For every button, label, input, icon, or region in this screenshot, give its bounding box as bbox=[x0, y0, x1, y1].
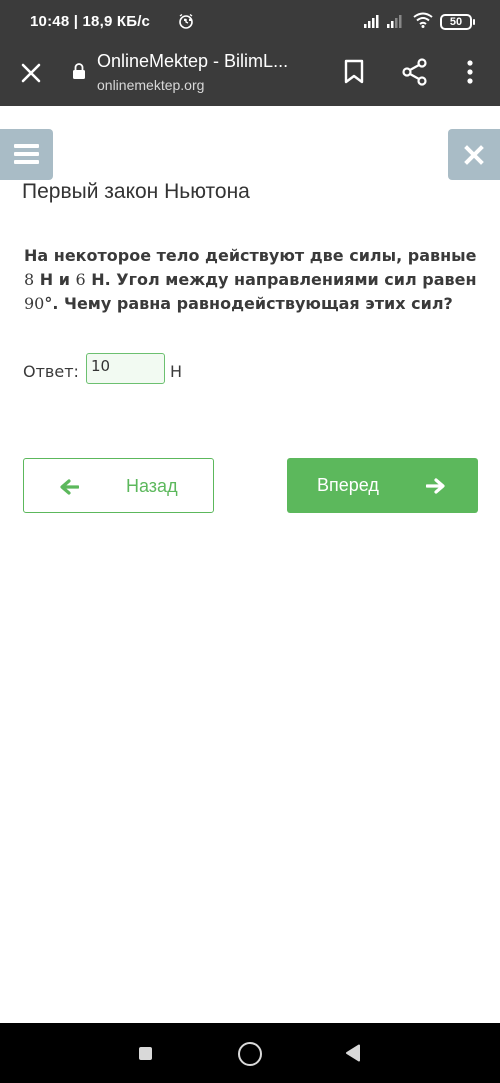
wifi-icon bbox=[413, 12, 433, 28]
arrow-left-icon bbox=[60, 479, 79, 495]
signal-icon-2 bbox=[387, 15, 402, 28]
answer-input[interactable]: 10 bbox=[86, 353, 165, 384]
signal-icon bbox=[364, 15, 379, 28]
bookmark-icon[interactable] bbox=[343, 59, 365, 85]
question-text: На некоторое тело действуют две силы, ра… bbox=[24, 246, 477, 313]
close-lesson-button[interactable] bbox=[448, 129, 500, 180]
lock-icon bbox=[73, 63, 85, 79]
share-icon[interactable] bbox=[402, 58, 428, 86]
page-title[interactable]: OnlineMektep - BilimL... bbox=[97, 51, 288, 72]
page-url[interactable]: onlinemektep.org bbox=[97, 77, 204, 93]
back-icon[interactable] bbox=[345, 1044, 361, 1062]
force-2-value: 6 bbox=[75, 270, 86, 289]
next-button[interactable]: Вперед bbox=[287, 458, 478, 513]
browser-toolbar: OnlineMektep - BilimL... onlinemektep.or… bbox=[0, 44, 500, 106]
close-lesson-icon bbox=[464, 145, 484, 165]
more-vert-icon[interactable] bbox=[466, 59, 474, 85]
status-bar: 10:48 | 18,9 КБ/с ·· 50 bbox=[0, 0, 500, 44]
battery-icon: 50 bbox=[440, 14, 475, 30]
menu-button[interactable] bbox=[0, 129, 53, 180]
hamburger-icon bbox=[14, 144, 39, 165]
next-button-label: Вперед bbox=[317, 475, 379, 495]
recents-icon[interactable] bbox=[139, 1047, 152, 1060]
lesson-title: Первый закон Ньютона bbox=[22, 180, 250, 203]
answer-unit: Н bbox=[170, 362, 183, 381]
status-dots: ·· bbox=[183, 12, 193, 29]
system-nav-bar bbox=[0, 1023, 500, 1083]
angle-value: 90 bbox=[24, 294, 45, 313]
status-time-speed: 10:48 | 18,9 КБ/с bbox=[30, 13, 151, 30]
home-icon[interactable] bbox=[238, 1042, 262, 1066]
back-button[interactable]: Назад bbox=[23, 458, 214, 513]
back-button-label: Назад bbox=[126, 476, 178, 496]
arrow-right-icon bbox=[426, 478, 445, 494]
close-icon[interactable] bbox=[18, 60, 44, 86]
answer-label: Ответ: bbox=[23, 362, 79, 381]
force-1-value: 8 bbox=[24, 270, 35, 289]
